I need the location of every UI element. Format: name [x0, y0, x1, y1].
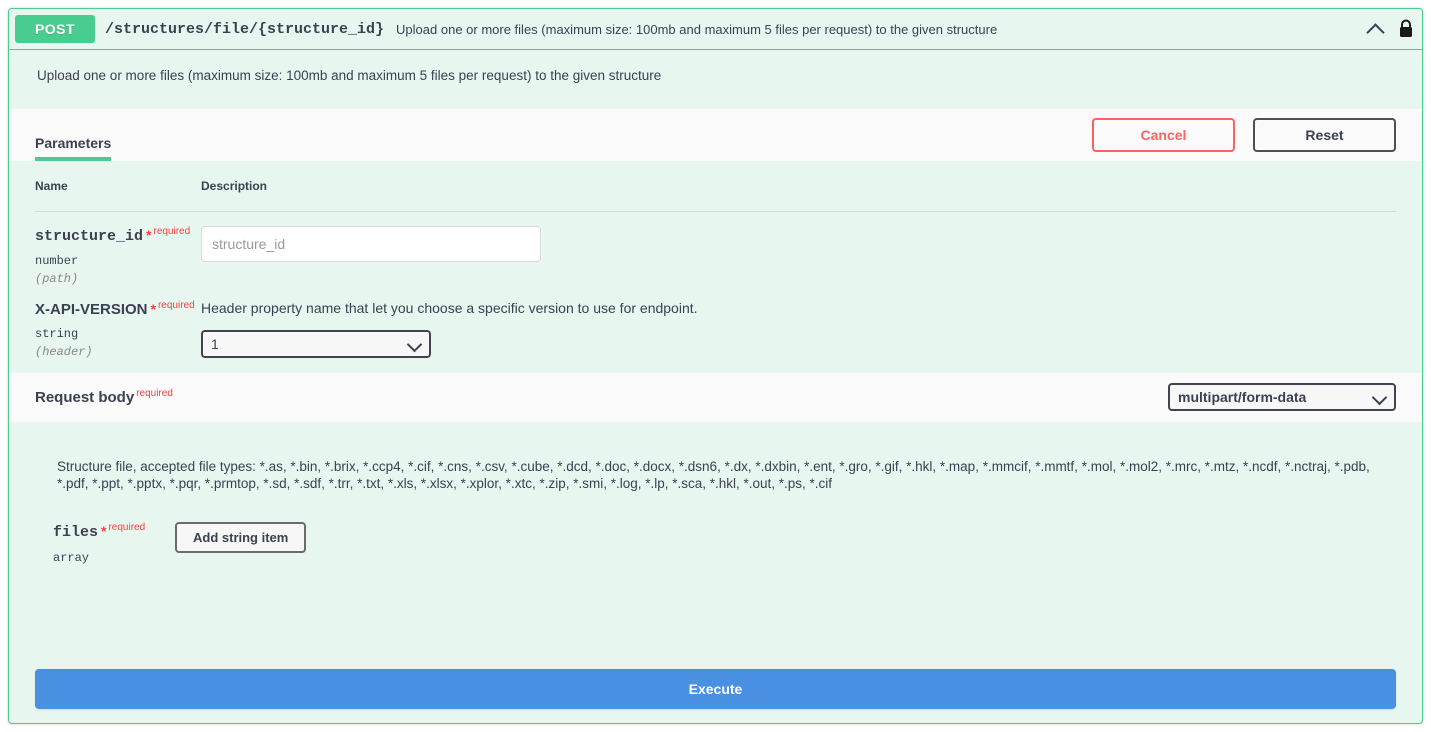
- media-type-select[interactable]: multipart/form-data: [1168, 383, 1396, 411]
- x-api-version-select[interactable]: 1: [201, 329, 431, 358]
- operation-description: Upload one or more files (maximum size: …: [9, 50, 1422, 109]
- media-type-select-wrapper: multipart/form-data: [1168, 383, 1396, 411]
- execute-button[interactable]: Execute: [35, 669, 1396, 709]
- chevron-up-icon[interactable]: [1366, 19, 1386, 39]
- parameter-name-cell-x-api-version: X-API-VERSION * required string (header): [35, 286, 201, 359]
- parameters-section: Name Description structure_id * required n…: [9, 161, 1422, 373]
- request-body-header: Request body required multipart/form-data: [9, 372, 1422, 422]
- tab-strip: Parameters Cancel Reset: [9, 109, 1422, 161]
- required-label: required: [136, 388, 173, 399]
- add-string-item-button[interactable]: Add string item: [175, 522, 307, 554]
- execute-section: Execute: [9, 669, 1422, 709]
- parameter-value-cell-structure-id: [201, 212, 1396, 286]
- parameter-name-structure-id: structure_id * required: [35, 226, 201, 247]
- operation-block: POST /structures/file/{structure_id} Upl…: [8, 8, 1423, 724]
- files-field-name: files * required: [53, 522, 175, 541]
- required-asterisk: *: [150, 300, 156, 317]
- request-body-label: Request body: [35, 389, 135, 406]
- required-label: required: [157, 299, 195, 311]
- table-row: X-API-VERSION * required string (header) H…: [35, 286, 1396, 359]
- parameters-table: Name Description structure_id * required n…: [35, 179, 1396, 359]
- files-label-column: files * required array: [53, 522, 175, 565]
- structure-id-input[interactable]: [201, 226, 541, 262]
- reset-button[interactable]: Reset: [1253, 118, 1396, 152]
- cancel-button[interactable]: Cancel: [1092, 118, 1235, 152]
- parameter-value-cell-x-api-version: Header property name that let you choose…: [201, 286, 1396, 359]
- request-body-title: Request body required: [35, 388, 173, 406]
- http-method-badge: POST: [15, 15, 95, 43]
- required-label: required: [153, 226, 191, 237]
- parameter-type: string: [35, 326, 79, 341]
- table-header-row: Name Description: [35, 179, 1396, 212]
- parameter-location: (path): [35, 271, 79, 286]
- parameter-label: X-API-VERSION: [35, 300, 148, 318]
- parameter-location: (header): [35, 344, 93, 359]
- tab-parameters[interactable]: Parameters: [35, 135, 112, 161]
- files-field-row: files * required array Add string item: [35, 522, 1396, 565]
- table-row: structure_id * required number (path): [35, 212, 1396, 286]
- operation-path: /structures/file/{structure_id}: [105, 20, 385, 38]
- column-header-name: Name: [35, 179, 201, 212]
- summary-controls: [1366, 19, 1414, 39]
- required-label: required: [108, 522, 146, 534]
- request-body-content: Structure file, accepted file types: *.a…: [9, 421, 1422, 576]
- accepted-file-types-description: Structure file, accepted file types: *.a…: [57, 458, 1370, 491]
- parameter-label: structure_id: [35, 228, 144, 245]
- files-label: files: [53, 524, 99, 542]
- operation-summary-bar[interactable]: POST /structures/file/{structure_id} Upl…: [9, 9, 1422, 50]
- x-api-version-select-wrapper: 1: [201, 329, 431, 358]
- parameter-description-x-api-version: Header property name that let you choose…: [201, 299, 698, 316]
- parameter-name-x-api-version: X-API-VERSION * required: [35, 300, 201, 320]
- form-action-buttons: Cancel Reset: [1092, 118, 1396, 161]
- parameter-type: number: [35, 253, 79, 268]
- operation-summary-text: Upload one or more files (maximum size: …: [396, 21, 998, 37]
- files-field-type: array: [53, 551, 90, 566]
- lock-icon[interactable]: [1398, 19, 1414, 39]
- parameter-name-cell-structure-id: structure_id * required number (path): [35, 212, 201, 286]
- column-header-description: Description: [201, 179, 1396, 212]
